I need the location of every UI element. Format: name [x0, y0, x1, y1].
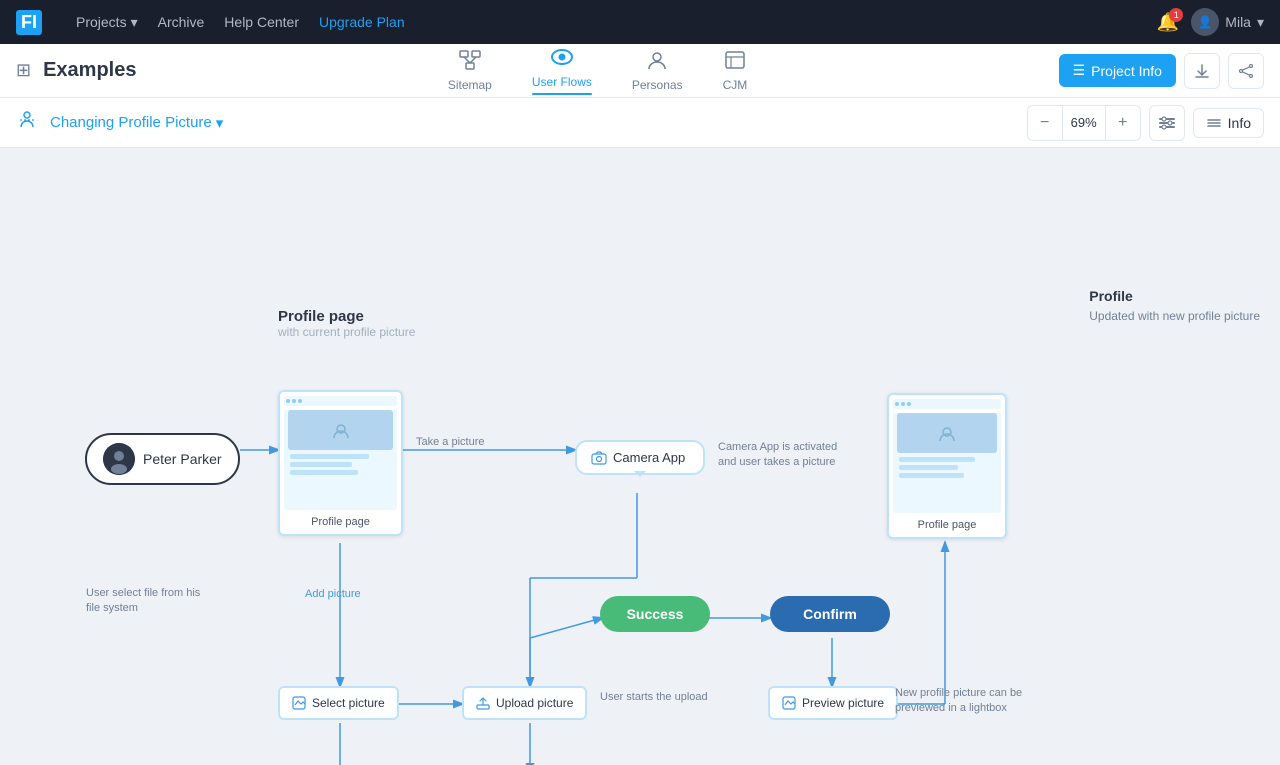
nav-help[interactable]: Help Center	[224, 14, 299, 30]
avatar: 👤	[1191, 8, 1219, 36]
canvas[interactable]: Profile page with current profile pictur…	[0, 148, 1280, 765]
nav-items: Projects ▾ Archive Help Center Upgrade P…	[76, 14, 405, 31]
logo[interactable]: FI	[16, 8, 52, 36]
logo-text: FI	[16, 10, 42, 35]
user-node[interactable]: Peter Parker	[85, 433, 240, 485]
project-info-icon: ☰	[1073, 62, 1086, 79]
top-navigation: FI Projects ▾ Archive Help Center Upgrad…	[0, 0, 1280, 44]
upload-desc: User starts the upload	[600, 691, 708, 703]
chevron-down-icon: ▾	[216, 114, 224, 132]
screen-node-1[interactable]: Profile page	[278, 390, 403, 536]
canvas-toolbar: Changing Profile Picture ▾ − 69% + Info	[0, 98, 1280, 148]
camera-desc: Camera App is activated and user takes a…	[718, 440, 838, 471]
project-title: Examples	[43, 59, 136, 82]
canvas-settings-button[interactable]	[1149, 105, 1185, 141]
userflows-icon	[549, 47, 575, 73]
sitemap-icon	[459, 50, 481, 76]
flow-type-icon	[16, 109, 38, 136]
user-avatar-node	[103, 443, 135, 475]
preview-picture-node[interactable]: Preview picture	[768, 686, 898, 720]
side-info-profile: Profile Updated with new profile picture	[1089, 288, 1260, 325]
zoom-control: − 69% +	[1027, 105, 1141, 141]
notification-badge: 1	[1169, 8, 1183, 22]
grid-icon[interactable]: ⊞	[16, 60, 31, 81]
toolbar-tabs: Sitemap User Flows Personas	[440, 43, 755, 99]
nav-upgrade[interactable]: Upgrade Plan	[319, 14, 405, 30]
nav-archive[interactable]: Archive	[158, 14, 205, 30]
section-label: Profile page with current profile pictur…	[278, 308, 415, 339]
share-button[interactable]	[1228, 53, 1264, 89]
screen-header-2	[893, 399, 1001, 409]
add-picture-label: Add picture	[305, 588, 361, 600]
zoom-out-button[interactable]: −	[1028, 106, 1062, 140]
confirm-node[interactable]: Confirm	[770, 596, 890, 632]
cjm-icon	[724, 50, 746, 76]
notification-button[interactable]: 🔔 1	[1157, 12, 1179, 33]
nav-right: 🔔 1 👤 Mila ▾	[1157, 8, 1264, 36]
user-menu-button[interactable]: 👤 Mila ▾	[1191, 8, 1264, 36]
flow-name[interactable]: Changing Profile Picture ▾	[50, 114, 223, 132]
canvas-toolbar-right: − 69% + Info	[1027, 105, 1264, 141]
tab-sitemap[interactable]: Sitemap	[440, 46, 500, 96]
zoom-value: 69%	[1062, 106, 1106, 140]
tab-cjm[interactable]: CJM	[715, 46, 756, 96]
select-picture-node[interactable]: Select picture	[278, 686, 399, 720]
screen-node-2[interactable]: Profile page	[887, 393, 1007, 539]
nav-projects[interactable]: Projects ▾	[76, 14, 138, 31]
main-toolbar: ⊞ Examples Sitemap User Fl	[0, 44, 1280, 98]
tab-userflows[interactable]: User Flows	[524, 43, 600, 99]
zoom-in-button[interactable]: +	[1106, 106, 1140, 140]
toolbar-right: ☰ Project Info	[1059, 53, 1264, 89]
file-system-desc: User select file from his file system	[86, 586, 206, 617]
screen-header-1	[284, 396, 397, 406]
camera-node[interactable]: Camera App	[575, 440, 705, 475]
personas-icon	[646, 50, 668, 76]
download-button[interactable]	[1184, 53, 1220, 89]
info-button[interactable]: Info	[1193, 108, 1264, 138]
preview-desc: New profile picture can be previewed in …	[895, 686, 1025, 717]
upload-picture-node[interactable]: Upload picture	[462, 686, 587, 720]
project-info-button[interactable]: ☰ Project Info	[1059, 54, 1176, 87]
tab-personas[interactable]: Personas	[624, 46, 691, 96]
take-picture-label: Take a picture	[416, 436, 484, 448]
success-node[interactable]: Success	[600, 596, 710, 632]
